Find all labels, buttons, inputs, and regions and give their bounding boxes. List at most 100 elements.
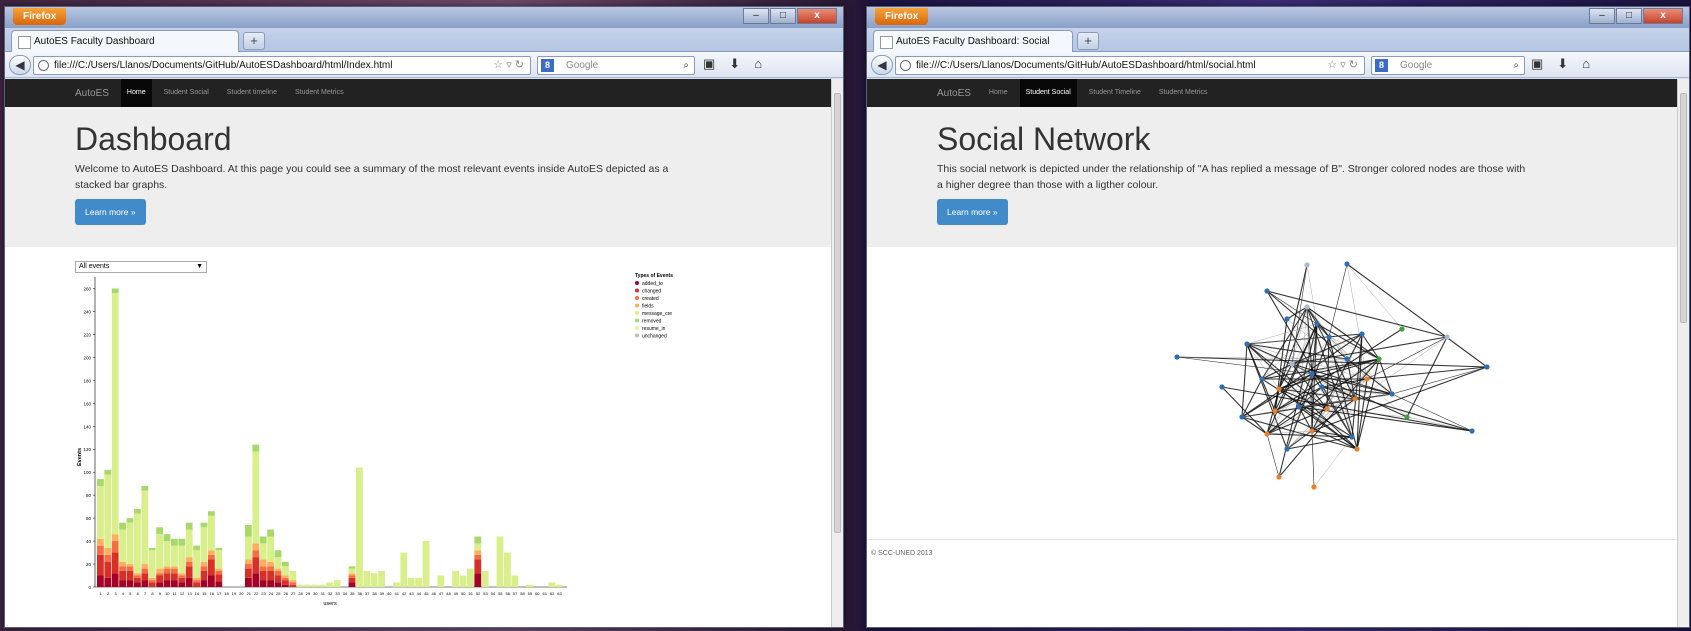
bookmark-star-icon[interactable]: ☆ ▿ ↻ [1327, 57, 1358, 74]
close-icon[interactable]: x [1643, 8, 1683, 24]
bar-segment [474, 559, 482, 574]
network-node [1284, 446, 1290, 452]
nav-student-social[interactable]: Student Social [158, 79, 215, 107]
nav-student-timeline[interactable]: Student timeline [221, 79, 283, 107]
bar-segment [171, 538, 178, 546]
bar-segment [163, 580, 171, 587]
bar-segment [200, 561, 208, 567]
x-tick-label: 7 [144, 591, 147, 596]
back-icon[interactable]: ◀ [9, 55, 31, 75]
brand-link[interactable]: AutoES [75, 88, 109, 99]
scrollbar[interactable] [831, 79, 843, 627]
scrollbar-thumb[interactable] [1680, 93, 1687, 323]
x-tick-label: 1 [100, 591, 103, 596]
bar-segment [185, 529, 193, 558]
download-icon[interactable]: ⬇ [1557, 56, 1568, 72]
tab-strip: AutoES Faculty Dashboard: Social + [867, 28, 1689, 52]
bar-segment [163, 541, 171, 567]
y-tick-label: 100 [83, 470, 91, 475]
y-tick-label: 260 [83, 286, 91, 291]
network-edge [1311, 430, 1315, 488]
google-engine-icon[interactable]: 8 [1375, 59, 1388, 72]
google-engine-icon[interactable]: 8 [541, 59, 554, 72]
home-icon[interactable]: ⌂ [754, 56, 762, 72]
new-tab-icon[interactable]: + [1077, 32, 1099, 50]
network-edge [1328, 263, 1348, 338]
maximize-icon[interactable]: □ [770, 8, 796, 24]
bar-segment [459, 575, 467, 587]
x-tick-label: 54 [491, 591, 496, 596]
maximize-icon[interactable]: □ [1616, 8, 1642, 24]
learn-more-button[interactable]: Learn more » [75, 199, 146, 225]
network-node [1314, 321, 1320, 327]
bar-segment [119, 570, 126, 581]
window-controls: – □ x [743, 8, 837, 24]
search-icon[interactable]: ⌕ [1513, 57, 1519, 74]
x-tick-label: 60 [535, 591, 540, 596]
home-icon[interactable]: ⌂ [1582, 56, 1590, 72]
nav-home[interactable]: Home [120, 79, 152, 107]
bar-segment [282, 575, 289, 578]
bar-segment [97, 545, 104, 555]
bar-segment [178, 577, 186, 583]
url-bar[interactable]: file:///C:/Users/Llanos/Documents/GitHub… [33, 56, 531, 75]
search-input[interactable]: 8 Google ⌕ [1371, 56, 1525, 75]
social-network-graph [1174, 261, 1490, 490]
close-icon[interactable]: x [797, 8, 837, 24]
bar-segment [119, 529, 126, 562]
network-edge [1406, 336, 1448, 418]
new-tab-icon[interactable]: + [243, 32, 265, 50]
bar-segment [97, 554, 104, 576]
bar-segment [104, 554, 112, 562]
url-bar[interactable]: file:///C:/Users/Llanos/Documents/GitHub… [895, 56, 1365, 75]
site-navbar: AutoES Home Student Social Student Timel… [867, 79, 1689, 107]
tab-social[interactable]: AutoES Faculty Dashboard: Social [873, 30, 1073, 52]
x-tick-label: 4 [122, 591, 125, 596]
minimize-icon[interactable]: – [743, 8, 769, 24]
window-titlebar: Firefox – □ x [5, 7, 843, 28]
nav-home[interactable]: Home [983, 79, 1014, 107]
window-icon[interactable]: ▣ [703, 56, 715, 72]
search-icon[interactable]: ⌕ [683, 57, 689, 74]
bar-segment [156, 527, 163, 535]
tab-dashboard[interactable]: AutoES Faculty Dashboard [11, 30, 239, 52]
scrollbar-thumb[interactable] [834, 93, 841, 533]
network-edge [1266, 433, 1280, 478]
network-node [1309, 428, 1315, 434]
nav-student-metrics[interactable]: Student Metrics [289, 79, 350, 107]
network-node [1219, 384, 1225, 390]
bar-segment [259, 566, 267, 571]
learn-more-button[interactable]: Learn more » [937, 199, 1008, 225]
bar-segment [141, 485, 149, 491]
firefox-menu-button[interactable]: Firefox [13, 8, 67, 25]
bar-segment [282, 561, 289, 567]
nav-student-timeline[interactable]: Student Timeline [1083, 79, 1147, 107]
minimize-icon[interactable]: – [1589, 8, 1615, 24]
network-node [1296, 404, 1302, 410]
back-icon[interactable]: ◀ [871, 55, 893, 75]
x-tick-label: 18 [224, 591, 229, 596]
x-tick-label: 13 [187, 591, 192, 596]
scrollbar[interactable] [1677, 79, 1689, 627]
bar-segment [333, 580, 341, 587]
download-icon[interactable]: ⬇ [729, 56, 740, 72]
bookmark-star-icon[interactable]: ☆ ▿ ↻ [493, 57, 524, 74]
bar-segment [282, 577, 289, 581]
nav-student-social[interactable]: Student Social [1019, 79, 1077, 107]
firefox-menu-button[interactable]: Firefox [875, 8, 929, 25]
window-icon[interactable]: ▣ [1531, 56, 1543, 72]
bar-segment [111, 288, 119, 294]
x-tick-label: 59 [528, 591, 533, 596]
bar-segment [126, 566, 134, 571]
page-title: Social Network [937, 121, 1151, 157]
search-input[interactable]: 8 Google ⌕ [537, 56, 695, 75]
bar-segment [245, 536, 252, 560]
bar-segment [215, 570, 223, 575]
bar-segment [156, 573, 163, 576]
network-node [1264, 288, 1270, 294]
url-text: file:///C:/Users/Llanos/Documents/GitHub… [916, 60, 1256, 71]
bar-segment [185, 566, 193, 578]
nav-student-metrics[interactable]: Student Metrics [1153, 79, 1214, 107]
brand-link[interactable]: AutoES [937, 88, 971, 99]
legend-swatch [635, 333, 639, 338]
